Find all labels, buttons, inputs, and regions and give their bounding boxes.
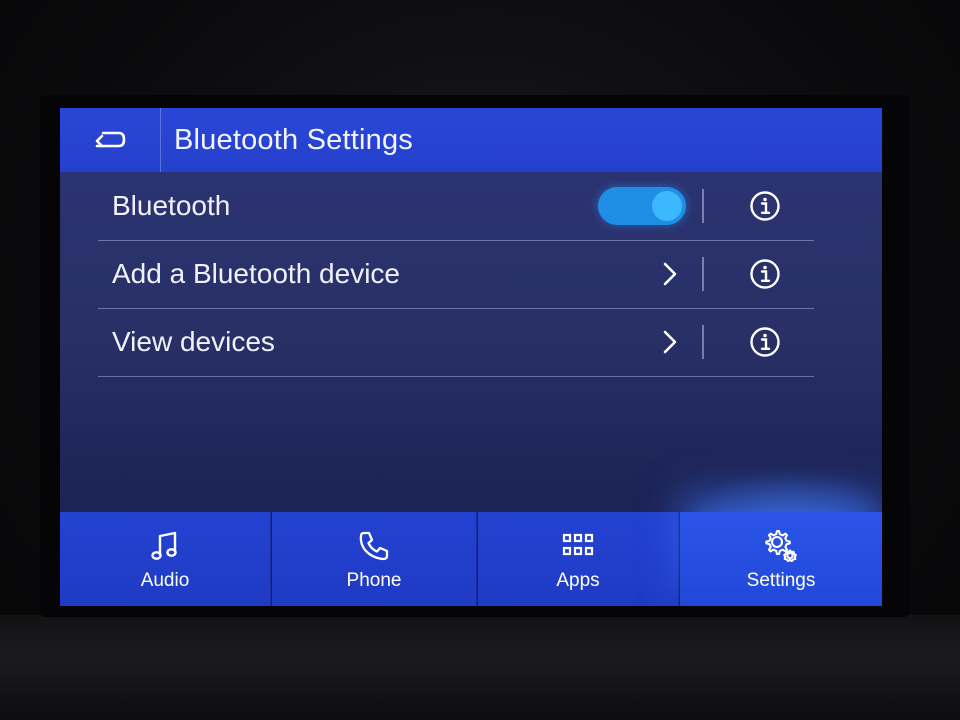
bottom-tab-bar: Audio Phone Apps Settings [60,512,882,606]
music-note-icon [151,531,177,560]
row-divider [702,257,704,291]
back-button[interactable] [60,108,161,172]
info-icon[interactable] [748,189,782,223]
toggle-knob [652,191,682,221]
row-label: Bluetooth [112,190,231,221]
infotainment-screen: Bluetooth Settings Bluetooth Add a Bluet… [60,108,882,606]
phone-icon [359,531,389,561]
tab-settings[interactable]: Settings [680,512,882,606]
info-icon[interactable] [748,325,782,359]
chevron-right-icon [663,330,677,354]
tab-label: Apps [556,570,600,591]
gears-icon [765,529,797,563]
bluetooth-toggle-row[interactable]: Bluetooth [98,172,814,241]
apps-grid-icon [562,533,594,556]
info-icon[interactable] [748,257,782,291]
view-devices-row[interactable]: View devices [98,308,814,377]
tab-label: Settings [746,570,816,591]
row-divider [702,189,704,223]
tab-audio[interactable]: Audio [60,512,271,606]
title-bar: Bluetooth Settings [60,108,882,172]
page-title: Bluetooth Settings [174,124,413,156]
tab-label: Phone [346,570,402,591]
tab-label: Audio [140,570,190,591]
tab-apps[interactable]: Apps [478,512,679,606]
row-divider [702,325,704,359]
tab-phone[interactable]: Phone [272,512,477,606]
bluetooth-toggle[interactable] [598,187,686,225]
chevron-right-icon [663,262,677,286]
row-label: View devices [112,326,275,357]
back-arrow-icon [95,131,126,148]
device-bezel-bottom [0,615,960,720]
add-bluetooth-device-row[interactable]: Add a Bluetooth device [98,240,814,309]
row-label: Add a Bluetooth device [112,258,400,289]
